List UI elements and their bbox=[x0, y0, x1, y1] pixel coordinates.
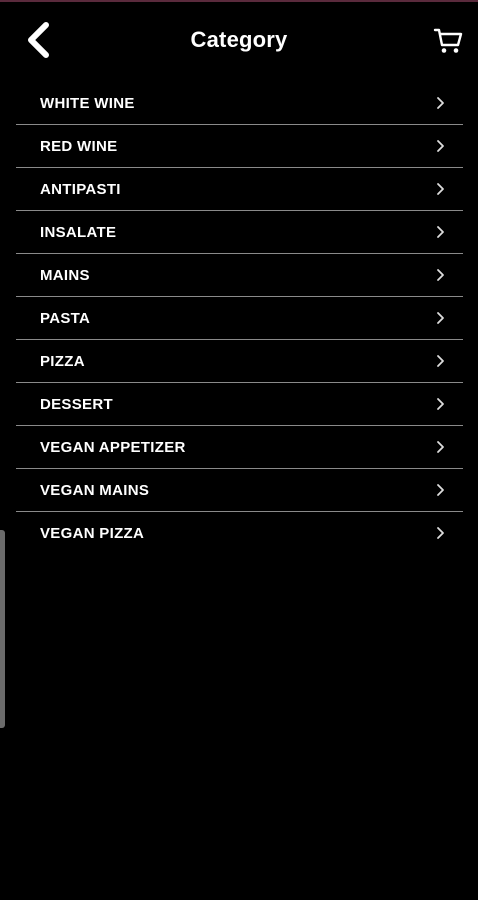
category-label: ANTIPASTI bbox=[40, 180, 121, 198]
category-item[interactable]: PIZZA bbox=[16, 340, 463, 383]
category-label: MAINS bbox=[40, 266, 90, 284]
chevron-right-icon bbox=[435, 225, 445, 239]
category-item[interactable]: VEGAN APPETIZER bbox=[16, 426, 463, 469]
category-item[interactable]: VEGAN MAINS bbox=[16, 469, 463, 512]
cart-button[interactable] bbox=[430, 24, 466, 58]
category-label: RED WINE bbox=[40, 137, 118, 155]
category-item[interactable]: PASTA bbox=[16, 297, 463, 340]
app-header: Category bbox=[0, 2, 478, 78]
category-label: PIZZA bbox=[40, 352, 85, 370]
chevron-right-icon bbox=[435, 139, 445, 153]
chevron-right-icon bbox=[435, 483, 445, 497]
chevron-right-icon bbox=[435, 182, 445, 196]
category-label: VEGAN PIZZA bbox=[40, 524, 145, 542]
chevron-right-icon bbox=[435, 440, 445, 454]
category-label: VEGAN APPETIZER bbox=[40, 438, 186, 456]
category-item[interactable]: WHITE WINE bbox=[16, 82, 463, 125]
chevron-right-icon bbox=[435, 268, 445, 282]
category-label: PASTA bbox=[40, 309, 91, 327]
shopping-cart-icon bbox=[433, 28, 463, 53]
page-title: Category bbox=[190, 27, 288, 52]
category-list: WHITE WINE RED WINE ANTIPASTI INSALATE M… bbox=[16, 82, 463, 554]
chevron-right-icon bbox=[435, 526, 445, 540]
category-label: WHITE WINE bbox=[40, 94, 135, 112]
category-screen: Category WHITE WINE RED WINE ANTIPASTI I… bbox=[0, 0, 478, 900]
side-scroll-handle[interactable] bbox=[0, 530, 5, 728]
category-item[interactable]: RED WINE bbox=[16, 125, 463, 168]
category-item[interactable]: MAINS bbox=[16, 254, 463, 297]
category-item[interactable]: ANTIPASTI bbox=[16, 168, 463, 211]
chevron-right-icon bbox=[435, 397, 445, 411]
chevron-right-icon bbox=[435, 354, 445, 368]
category-item[interactable]: VEGAN PIZZA bbox=[16, 512, 463, 554]
category-label: INSALATE bbox=[40, 223, 117, 241]
category-label: VEGAN MAINS bbox=[40, 481, 150, 499]
category-label: DESSERT bbox=[40, 395, 113, 413]
category-item[interactable]: INSALATE bbox=[16, 211, 463, 254]
chevron-right-icon bbox=[435, 96, 445, 110]
category-item[interactable]: DESSERT bbox=[16, 383, 463, 426]
chevron-right-icon bbox=[435, 311, 445, 325]
